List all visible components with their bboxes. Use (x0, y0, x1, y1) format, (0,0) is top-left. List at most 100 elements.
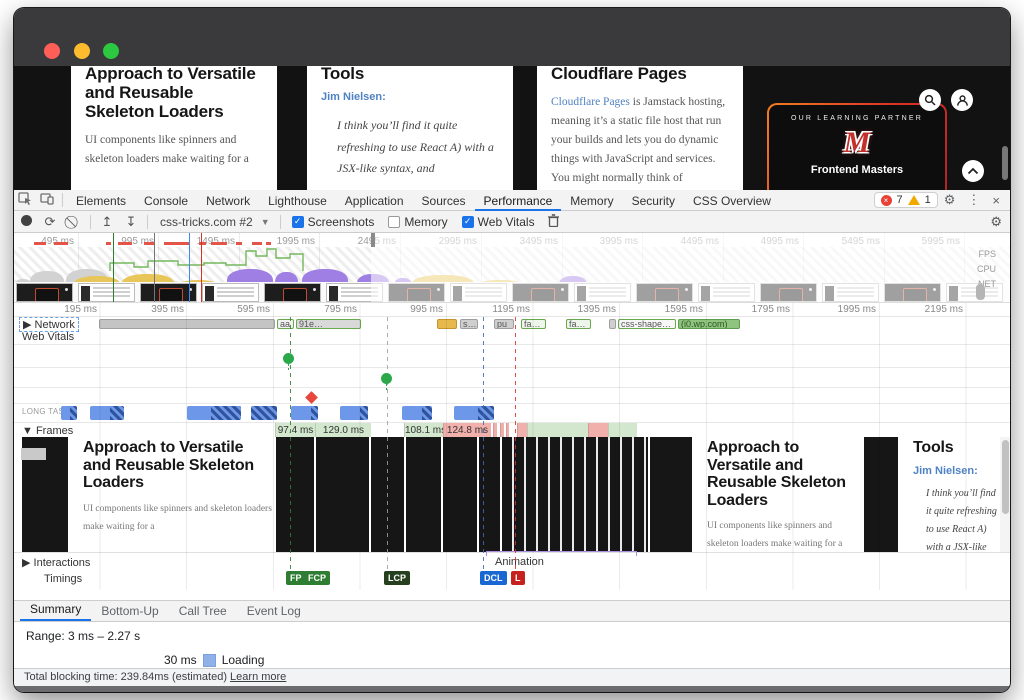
network-request-bar[interactable] (437, 319, 457, 329)
filmstrip-thumbnail[interactable] (202, 283, 259, 302)
devtools-tab[interactable]: CSS Overview (684, 190, 780, 211)
frame-duration-segment[interactable]: 108.1 ms (404, 423, 443, 438)
frames-track-expander[interactable]: ▼ Frames (22, 425, 73, 437)
timing-marker-badge[interactable]: FP (286, 571, 306, 585)
frame-duration-segment[interactable] (527, 423, 588, 438)
issues-badge[interactable]: × 7 1 (874, 192, 938, 208)
timeline-overview[interactable]: 495 ms995 ms1495 ms1995 ms2495 ms2995 ms… (14, 233, 1010, 303)
frontend-masters-ad[interactable]: OUR LEARNING PARTNER M Frontend Masters (767, 103, 947, 190)
network-request-bar[interactable]: css-shape… (618, 319, 676, 329)
long-task-bar[interactable] (61, 406, 77, 420)
filmstrip-thumbnail[interactable] (16, 283, 73, 302)
scroll-top-button[interactable] (962, 160, 984, 182)
minimize-window-button[interactable] (74, 43, 90, 59)
cloudflare-pages-link[interactable]: Cloudflare Pages (551, 96, 630, 108)
network-request-bar[interactable]: s… (460, 319, 478, 329)
record-button[interactable] (14, 214, 38, 229)
network-request-bar[interactable] (99, 319, 275, 329)
frame-duration-segment[interactable]: 97.4 ms (275, 423, 315, 438)
summary-legend: 30 ms Loading (164, 653, 264, 667)
web-vitals-good-marker[interactable] (283, 353, 294, 364)
web-vitals-track-label: Web Vitals (22, 331, 74, 343)
overview-window-handle[interactable] (371, 233, 375, 247)
devtools-tab[interactable]: Performance (475, 190, 562, 211)
long-task-bar[interactable] (291, 406, 318, 420)
frame-screenshot-dark[interactable] (276, 437, 500, 553)
devtools-close-button[interactable]: × (986, 193, 1010, 208)
network-track-expander[interactable]: ▶ Network (20, 318, 78, 331)
network-request-bar[interactable]: pu (494, 319, 514, 329)
network-request-bar[interactable]: 91e… (296, 319, 361, 329)
filmstrip-thumbnail[interactable] (264, 283, 321, 302)
page-scrollbar[interactable] (1002, 146, 1008, 180)
frame-screenshot[interactable]: Approach to Versatile and Reusable Skele… (694, 437, 862, 553)
devtools-tab[interactable]: Application (336, 190, 413, 211)
filmstrip-thumbnail[interactable] (78, 283, 135, 302)
devtools-tab[interactable]: Sources (413, 190, 475, 211)
long-task-bar[interactable] (187, 406, 241, 420)
long-task-bar[interactable] (90, 406, 124, 420)
details-tab[interactable]: Bottom-Up (91, 601, 168, 621)
close-window-button[interactable] (44, 43, 60, 59)
details-tab[interactable]: Call Tree (169, 601, 237, 621)
devtools-tab[interactable]: Network (197, 190, 259, 211)
toolbar-checkbox[interactable]: Screenshots (292, 215, 375, 229)
interactions-track-expander[interactable]: ▶ Interactions (22, 556, 90, 569)
overview-scrollbar-thumb[interactable] (976, 284, 985, 300)
device-toolbar-button[interactable] (36, 192, 58, 208)
account-button[interactable] (951, 89, 973, 111)
frame-screenshot[interactable]: Tools Jim Nielsen: I think you’ll find i… (900, 437, 1002, 553)
devtools-tab[interactable]: Lighthouse (259, 190, 336, 211)
frame-duration-segment[interactable] (500, 423, 504, 438)
devtools-tab[interactable]: Security (623, 190, 684, 211)
zoom-window-button[interactable] (103, 43, 119, 59)
article-byline-link[interactable]: Jim Nielsen: (321, 91, 499, 103)
long-task-bar[interactable] (251, 406, 277, 420)
reload-and-record-button[interactable]: ⟳ (38, 214, 62, 230)
network-request-bar[interactable]: fa… (566, 319, 591, 329)
profile-select[interactable]: css-tricks.com #2 (152, 215, 261, 229)
network-request-bar[interactable]: fa… (521, 319, 546, 329)
delete-recording-button[interactable] (542, 214, 566, 230)
strip-scrollbar-thumb[interactable] (1002, 440, 1009, 514)
ruler-tick-label: 2195 ms (925, 304, 966, 315)
timing-marker-badge[interactable]: DCL (480, 571, 507, 585)
long-task-bar[interactable] (454, 406, 494, 420)
layout-shift-marker[interactable] (305, 391, 318, 404)
inspect-element-button[interactable] (14, 192, 36, 208)
devtools-settings-button[interactable]: ⚙ (938, 192, 962, 208)
devtools-tab[interactable]: Memory (561, 190, 622, 211)
frame-duration-segment[interactable] (493, 423, 497, 438)
network-request-bar[interactable]: aa (277, 319, 294, 329)
capture-settings-button[interactable]: ⚙ (990, 214, 1010, 230)
toolbar-checkbox[interactable]: Web Vitals (462, 215, 535, 229)
frame-duration-segment[interactable] (608, 423, 637, 438)
frame-screenshots-dense[interactable] (502, 437, 648, 553)
learn-more-link[interactable]: Learn more (230, 671, 286, 683)
search-button[interactable] (919, 89, 941, 111)
toolbar-checkbox[interactable]: Memory (388, 215, 447, 229)
save-profile-button[interactable]: ↧ (119, 214, 143, 230)
devtools-tab[interactable]: Console (135, 190, 197, 211)
devtools-menu-button[interactable]: ⋮ (961, 192, 986, 208)
load-profile-button[interactable]: ↥ (95, 214, 119, 230)
clear-recording-button[interactable]: ⃠ (62, 214, 86, 230)
details-tab[interactable]: Event Log (237, 601, 311, 621)
timing-marker-badge[interactable]: LCP (384, 571, 410, 585)
network-request-bar[interactable] (609, 319, 616, 329)
long-task-bar[interactable] (340, 406, 368, 420)
devtools-tab[interactable]: Elements (67, 190, 135, 211)
chevron-down-icon[interactable]: ▼ (261, 217, 276, 227)
frame-screenshot[interactable]: Approach to Versatile and Reusable Skele… (70, 437, 273, 553)
long-task-bar[interactable] (402, 406, 432, 420)
web-vitals-good-marker[interactable] (381, 373, 392, 384)
details-tab[interactable]: Summary (20, 599, 91, 621)
timing-marker-badge[interactable]: FCP (304, 571, 330, 585)
timing-marker-badge[interactable]: L (511, 571, 525, 585)
frame-duration-segment[interactable]: 129.0 ms (315, 423, 371, 438)
frame-duration-segment[interactable] (517, 423, 527, 438)
frame-duration-segment[interactable] (588, 423, 608, 438)
strip-scrollbar[interactable] (1000, 437, 1010, 553)
frame-duration-segment[interactable] (506, 423, 509, 438)
network-request-bar[interactable]: (i0.wp.com) (678, 319, 740, 329)
